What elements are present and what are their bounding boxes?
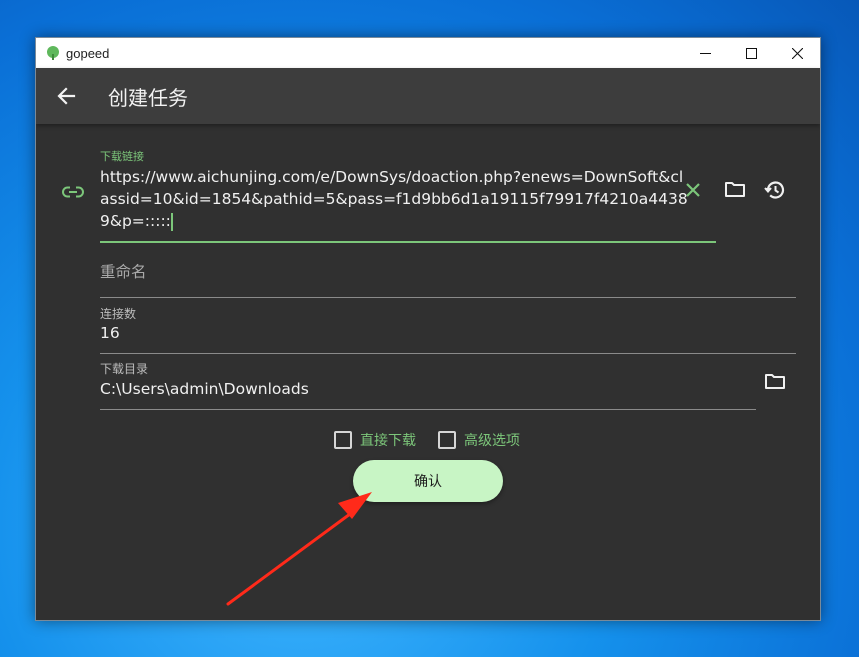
create-task-form: 下载链接 https://www.aichunjing.com/e/DownSy… [36, 124, 820, 620]
back-arrow-icon [57, 87, 76, 105]
advanced-options-label: 高级选项 [464, 433, 520, 449]
rename-underline [100, 297, 796, 298]
url-input-text: https://www.aichunjing.com/e/DownSys/doa… [100, 168, 688, 230]
url-input[interactable]: https://www.aichunjing.com/e/DownSys/doa… [100, 166, 690, 232]
text-caret [170, 212, 173, 231]
minimize-button[interactable] [682, 38, 728, 68]
advanced-options-checkbox[interactable]: 高级选项 [438, 430, 520, 450]
direct-download-checkbox[interactable]: 直接下载 [334, 430, 416, 450]
gopeed-logo-icon [47, 46, 59, 60]
link-icon [62, 186, 84, 198]
download-dir-label: 下载目录 [100, 362, 149, 376]
download-dir-input[interactable]: C:\Users\admin\Downloads [100, 380, 309, 398]
folder-icon [765, 374, 785, 389]
app-window: gopeed 创建任务 下载链接 https://www.aichunjing.… [35, 37, 821, 621]
history-icon [764, 181, 785, 199]
connections-label: 连接数 [100, 307, 137, 321]
url-field-label: 下载链接 [100, 150, 144, 163]
maximize-button[interactable] [728, 38, 774, 68]
url-field-underline [100, 241, 716, 243]
back-button[interactable] [52, 82, 80, 110]
clear-icon [686, 183, 700, 197]
checkbox-box [334, 431, 352, 449]
title-bar[interactable]: gopeed [36, 38, 820, 68]
checkbox-box [438, 431, 456, 449]
close-button[interactable] [774, 38, 820, 68]
direct-download-label: 直接下载 [360, 433, 416, 449]
download-dir-underline [100, 409, 756, 410]
connections-underline [100, 353, 796, 354]
maximize-icon [745, 47, 757, 59]
page-title: 创建任务 [108, 85, 188, 110]
folder-icon [725, 182, 745, 197]
app-bar: 创建任务 [36, 68, 820, 124]
history-button[interactable] [764, 179, 786, 205]
clear-url-button[interactable] [685, 182, 701, 202]
open-torrent-file-button[interactable] [724, 180, 746, 202]
confirm-button-label: 确认 [414, 474, 442, 490]
rename-input[interactable]: 重命名 [100, 260, 147, 282]
window-title: gopeed [66, 45, 110, 61]
select-dir-button[interactable] [764, 372, 786, 394]
confirm-button[interactable]: 确认 [353, 460, 503, 502]
connections-input[interactable]: 16 [100, 324, 120, 342]
minimize-icon [699, 52, 711, 54]
close-icon [791, 47, 803, 59]
